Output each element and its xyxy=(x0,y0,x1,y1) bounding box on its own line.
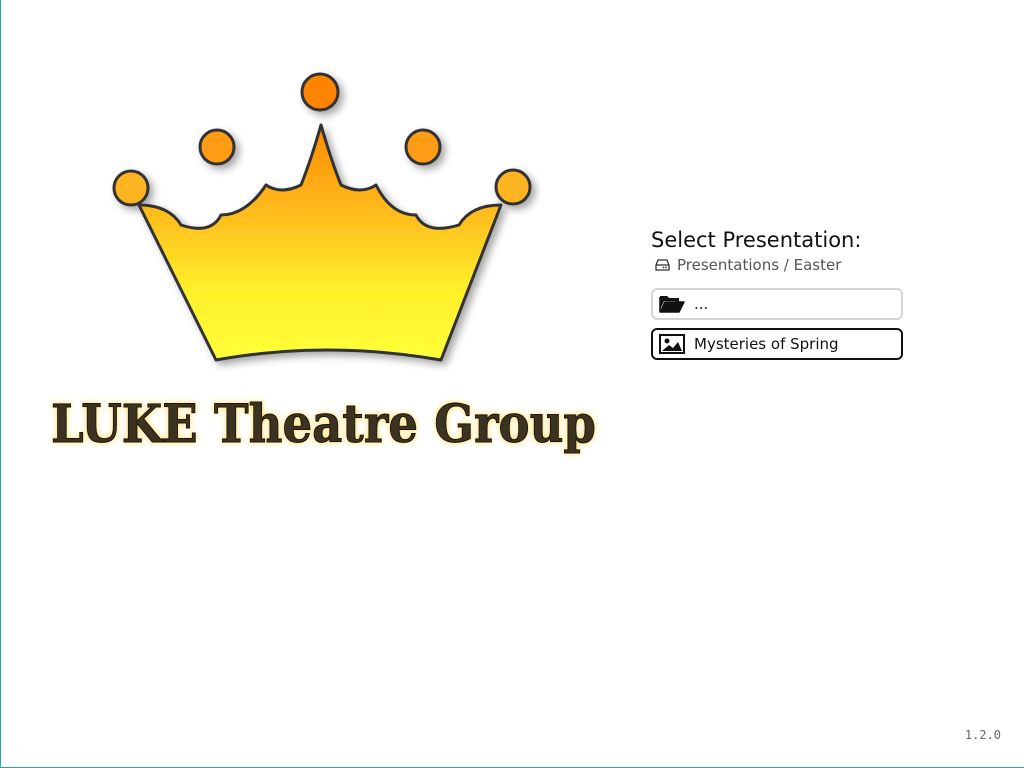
logo: LUKE Theatre Group xyxy=(41,65,621,475)
version-label: 1.2.0 xyxy=(964,728,1001,742)
drive-icon xyxy=(655,259,670,271)
logo-title: LUKE Theatre Group xyxy=(51,394,596,455)
entry-label: Mysteries of Spring xyxy=(694,335,839,353)
entry-label: ... xyxy=(694,295,709,313)
folder-open-icon xyxy=(658,293,686,315)
breadcrumb: Presentations / Easter xyxy=(655,254,903,276)
panel-title: Select Presentation: xyxy=(651,228,862,252)
crown-icon: LUKE Theatre Group xyxy=(51,72,597,456)
parent-folder-button[interactable]: ... xyxy=(651,288,903,320)
presentation-selector: Select Presentation: Presentations / Eas… xyxy=(651,226,903,360)
presentation-item[interactable]: Mysteries of Spring xyxy=(651,328,903,360)
breadcrumb-path: Presentations / Easter xyxy=(677,256,842,274)
image-icon xyxy=(658,333,686,355)
